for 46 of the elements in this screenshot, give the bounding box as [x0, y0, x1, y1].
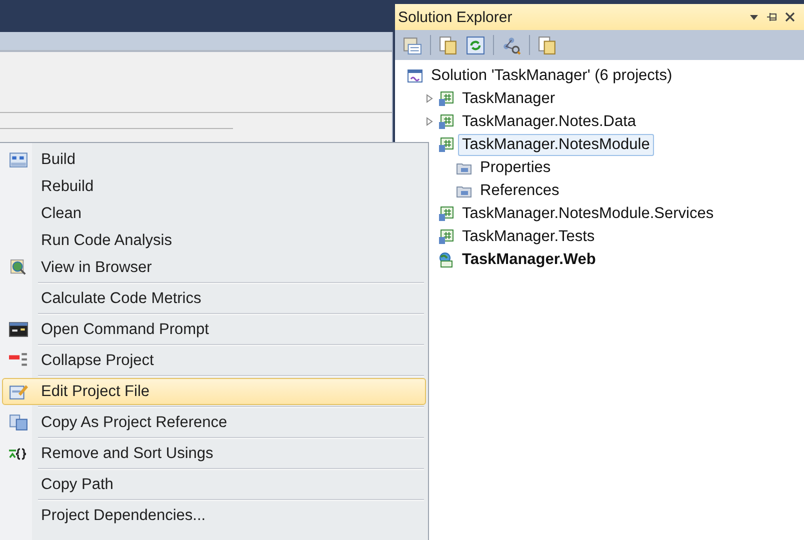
menu-item[interactable]: Open Command Prompt — [2, 316, 426, 343]
menu-item[interactable]: Clean — [2, 200, 426, 227]
csharp-project-icon — [438, 206, 454, 222]
properties-icon[interactable] — [403, 36, 422, 54]
menu-item[interactable]: Edit Project File — [2, 378, 426, 405]
menu-item[interactable]: Project Dependencies... — [2, 502, 426, 529]
collapse-icon — [9, 352, 28, 369]
panel-title: Solution Explorer — [398, 8, 514, 26]
menu-item[interactable]: Collapse Project — [2, 347, 426, 374]
diagram-icon[interactable] — [502, 36, 521, 54]
tree-item[interactable]: TaskManager.NotesModule — [458, 134, 654, 156]
menu-item[interactable]: Build — [2, 146, 426, 173]
globe-magnifier-icon — [9, 259, 28, 276]
menu-item[interactable]: Remove and Sort Usings — [2, 440, 426, 467]
tree-item[interactable]: Solution 'TaskManager' (6 projects) — [427, 64, 676, 86]
console-icon — [9, 321, 28, 338]
build-icon — [9, 151, 28, 168]
edit-icon — [9, 383, 28, 400]
files-icon[interactable] — [439, 36, 458, 54]
tree-item[interactable]: TaskManager.Tests — [458, 226, 599, 248]
close-icon[interactable] — [784, 11, 796, 23]
tree-item[interactable]: TaskManager — [458, 88, 560, 110]
refresh-icon[interactable] — [466, 36, 485, 54]
menu-item[interactable]: Run Code Analysis — [2, 227, 426, 254]
csharp-project-icon — [438, 90, 454, 106]
menu-item[interactable]: Rebuild — [2, 173, 426, 200]
tree-item[interactable]: TaskManager.Notes.Data — [458, 110, 640, 132]
csharp-project-icon — [438, 114, 454, 130]
csharp-project-icon — [438, 228, 454, 244]
solution-icon — [407, 68, 423, 84]
expand-arrow-icon[interactable] — [425, 117, 434, 126]
menu-item[interactable]: Copy Path — [2, 471, 426, 498]
tree-item[interactable]: References — [476, 180, 564, 202]
files-icon[interactable] — [538, 36, 557, 54]
menu-item[interactable]: View in Browser — [2, 254, 426, 281]
usings-icon — [9, 445, 28, 462]
menu-item[interactable]: Copy As Project Reference — [2, 409, 426, 436]
tree-item[interactable]: Properties — [476, 156, 555, 178]
tree-item[interactable]: TaskManager.Web — [458, 248, 600, 270]
csharp-project-icon — [438, 136, 454, 152]
expand-arrow-icon[interactable] — [425, 94, 434, 103]
pin-icon[interactable] — [766, 11, 778, 23]
tree-item[interactable]: TaskManager.NotesModule.Services — [458, 202, 718, 224]
menu-item[interactable]: Calculate Code Metrics — [2, 285, 426, 312]
web-project-icon — [438, 252, 454, 268]
copy-icon — [9, 414, 28, 431]
